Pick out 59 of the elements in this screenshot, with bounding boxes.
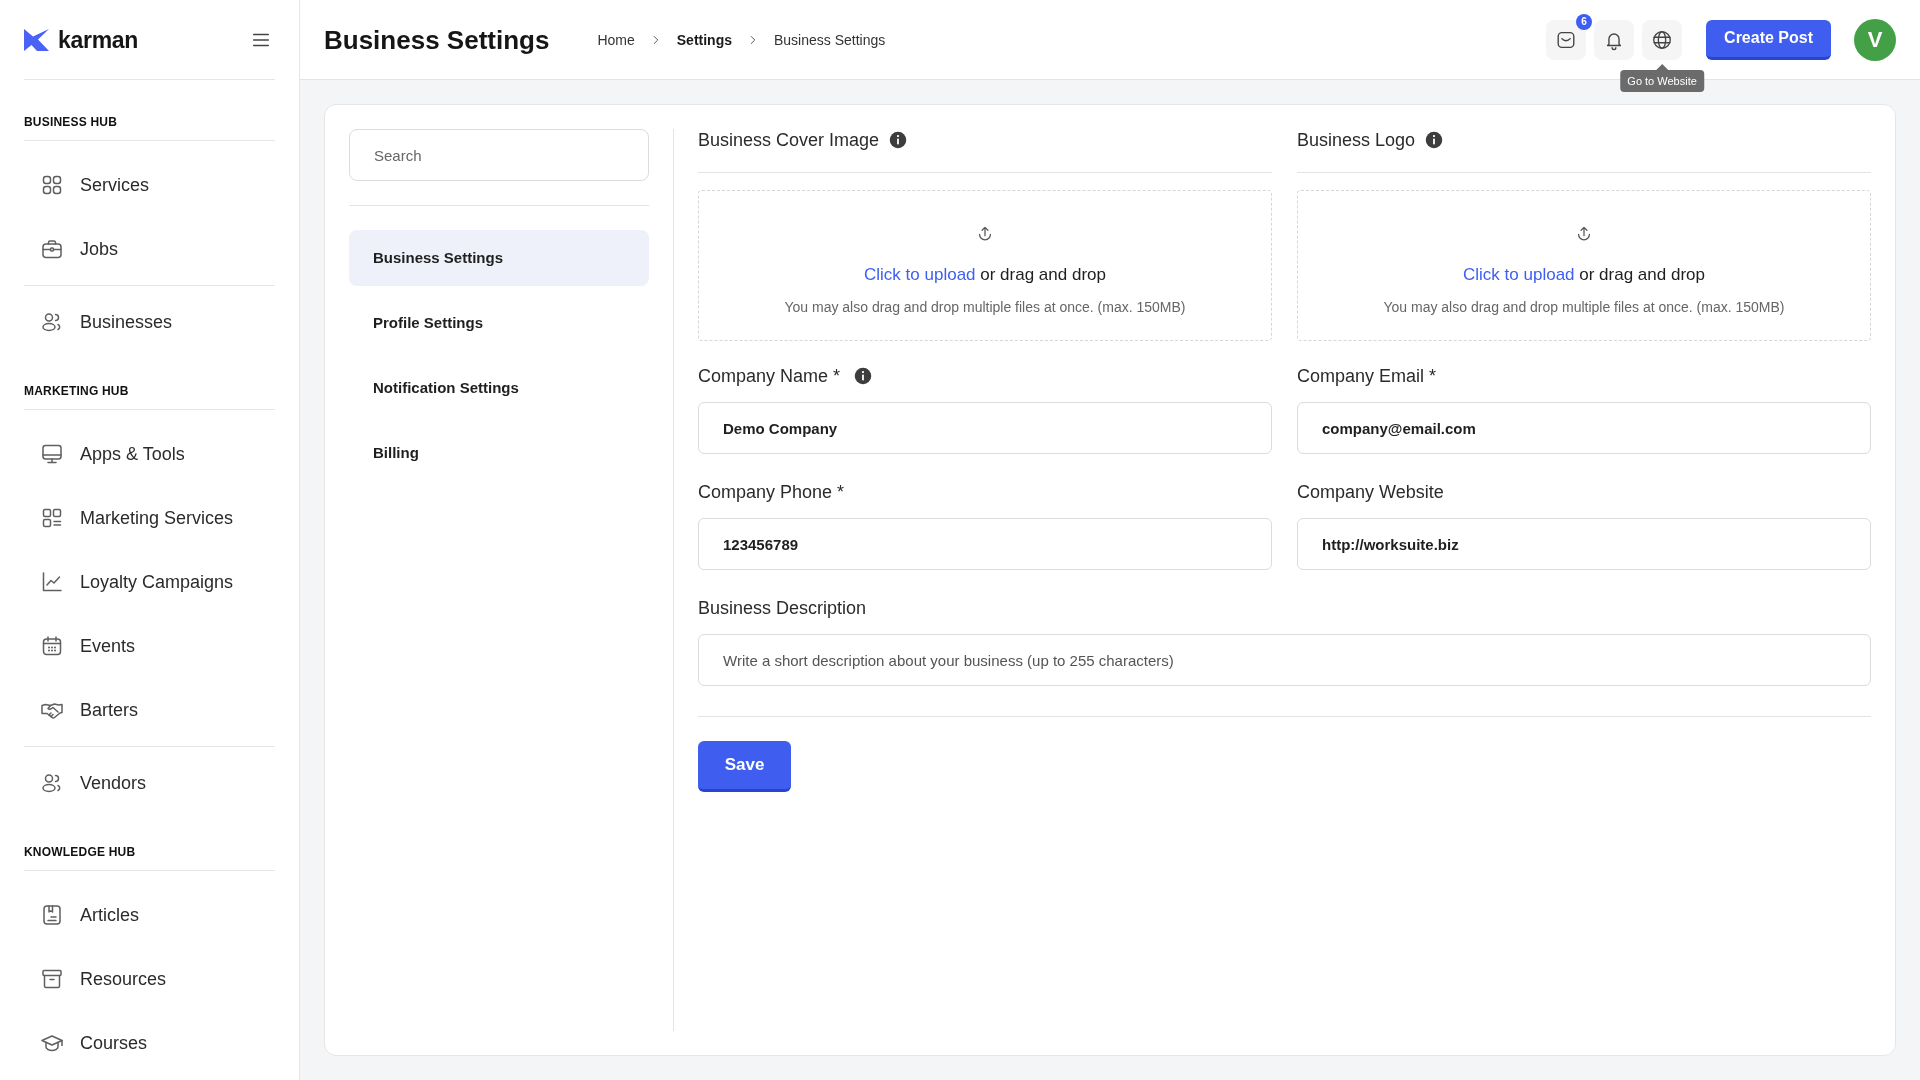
upload-dropzone[interactable]: Click to upload or drag and drop You may also drag and drop multiple files at once. (max. 150MB) bbox=[698, 190, 1272, 341]
text-field[interactable]: 123456789 bbox=[698, 518, 1272, 570]
breadcrumb-link[interactable]: Home bbox=[597, 30, 635, 49]
grid-list-icon bbox=[40, 506, 64, 530]
create-post-button[interactable]: Create Post bbox=[1706, 19, 1831, 60]
briefcase-icon bbox=[40, 237, 64, 261]
sidebar-item[interactable]: Vendors bbox=[24, 751, 275, 815]
description-field[interactable]: Write a short description about your business (up to 255 characters) bbox=[698, 634, 1871, 686]
sidebar-item[interactable]: Services bbox=[24, 153, 275, 217]
upload-hint: You may also drag and drop multiple files at once. (max. 150MB) bbox=[1383, 299, 1785, 316]
field-label: Business Description bbox=[698, 597, 868, 619]
globe-icon bbox=[1651, 28, 1674, 51]
sidebar-item[interactable]: Apps & Tools bbox=[24, 422, 275, 486]
save-button[interactable]: Save bbox=[698, 741, 791, 792]
brand-name: karman bbox=[58, 25, 139, 54]
field-label: Company Name * bbox=[698, 365, 841, 387]
document-icon bbox=[40, 903, 64, 927]
upload-link[interactable]: Click to upload bbox=[1463, 265, 1575, 284]
archive-box-icon bbox=[40, 967, 64, 991]
line-chart-icon bbox=[40, 570, 64, 594]
text-field[interactable]: http://worksuite.biz bbox=[1297, 518, 1871, 570]
tooltip: Go to Website bbox=[1620, 63, 1704, 92]
upload-label: Business Logo bbox=[1297, 129, 1416, 151]
calendar-icon bbox=[40, 634, 64, 658]
count-badge: 6 bbox=[1576, 13, 1593, 30]
messages-button[interactable] bbox=[1546, 19, 1587, 60]
text-field[interactable]: Demo Company bbox=[698, 402, 1272, 454]
sidebar-item[interactable]: Jobs bbox=[24, 217, 275, 281]
page-title: Business Settings bbox=[324, 23, 550, 56]
sidebar-item[interactable]: Resources bbox=[24, 947, 275, 1011]
notifications-button[interactable] bbox=[1594, 19, 1635, 60]
section-title: BUSINESS HUB bbox=[24, 114, 118, 130]
breadcrumb-link[interactable]: Settings bbox=[676, 30, 732, 49]
settings-menu-item[interactable]: Business Settings bbox=[349, 230, 649, 286]
sidebar-item[interactable]: Loyalty Campaigns bbox=[24, 550, 275, 614]
upload-label: Business Cover Image bbox=[698, 129, 880, 151]
sidebar-item[interactable]: Articles bbox=[24, 883, 275, 947]
upload-link[interactable]: Click to upload bbox=[864, 265, 976, 284]
field-label: Company Website bbox=[1297, 481, 1444, 503]
upload-hint: You may also drag and drop multiple files at once. (max. 150MB) bbox=[784, 299, 1186, 316]
sidebar-item[interactable]: Events bbox=[24, 614, 275, 678]
section-title: MARKETING HUB bbox=[24, 383, 129, 399]
monitor-icon bbox=[40, 442, 64, 466]
sidebar-item[interactable]: Marketing Services bbox=[24, 486, 275, 550]
field-label: Company Phone * bbox=[698, 481, 845, 503]
logo-icon bbox=[24, 28, 49, 51]
text-field[interactable]: company@email.com bbox=[1297, 402, 1871, 454]
section-title: KNOWLEDGE HUB bbox=[24, 844, 136, 860]
breadcrumb-link[interactable]: Business Settings bbox=[774, 30, 886, 49]
upload-dropzone[interactable]: Click to upload or drag and drop You may also drag and drop multiple files at once. (max. 150MB) bbox=[1297, 190, 1871, 341]
sidebar-item[interactable]: Businesses bbox=[24, 290, 275, 354]
upload-prompt: Click to upload or drag and drop bbox=[1463, 265, 1705, 285]
upload-prompt: Click to upload or drag and drop bbox=[864, 265, 1106, 285]
sidebar-item[interactable]: Barters bbox=[24, 678, 275, 742]
website-button[interactable] bbox=[1642, 19, 1683, 60]
grid-icon bbox=[40, 173, 64, 197]
search-field[interactable]: Search bbox=[349, 129, 649, 181]
sidebar-item[interactable]: Courses bbox=[24, 1011, 275, 1075]
field-label: Company Email * bbox=[1297, 365, 1437, 387]
